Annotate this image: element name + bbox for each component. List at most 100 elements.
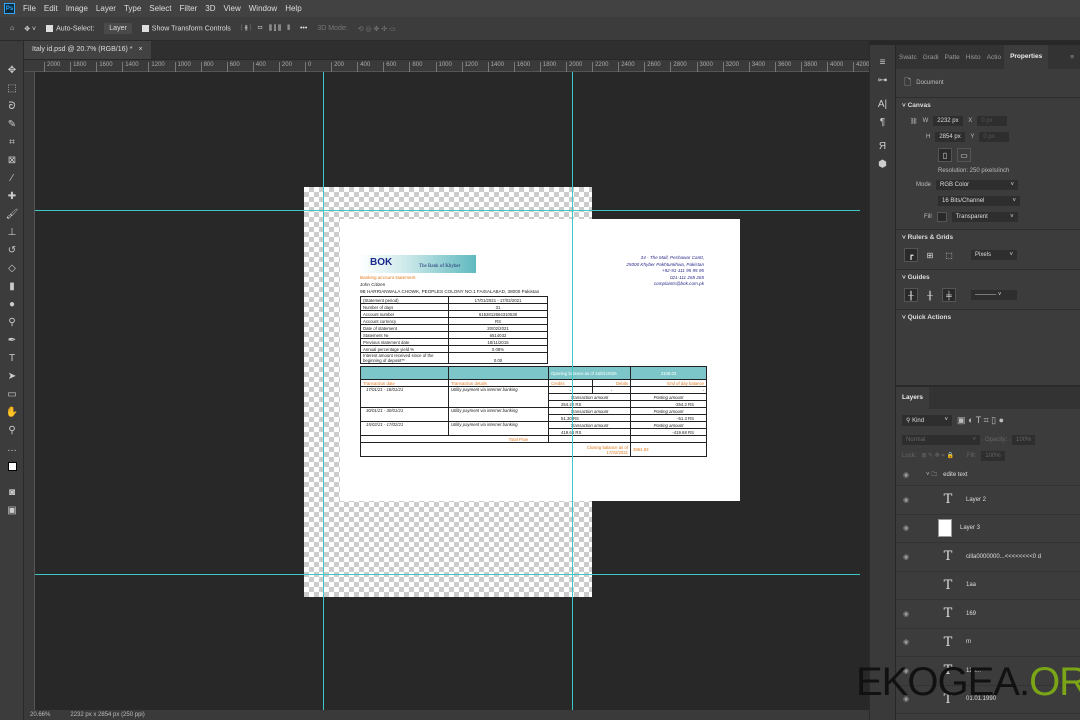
- opacity-field[interactable]: 100%: [1012, 435, 1036, 445]
- crop-tool-icon[interactable]: ⌗: [0, 133, 24, 151]
- document-tab[interactable]: Italy id.psd @ 20.7% (RGB/16) * ×: [24, 41, 151, 59]
- menu-window[interactable]: Window: [249, 4, 277, 13]
- move-tool-icon[interactable]: ✥: [0, 61, 24, 79]
- menu-file[interactable]: File: [23, 4, 36, 13]
- frame-tool-icon[interactable]: ⊠: [0, 151, 24, 169]
- home-icon[interactable]: ⌂: [10, 25, 14, 32]
- 3d-icon[interactable]: ⬢: [870, 155, 895, 173]
- blur-tool-icon[interactable]: ●: [0, 295, 24, 313]
- mode-select[interactable]: RGB Color ˅: [936, 180, 1019, 190]
- layer-item[interactable]: ◉ Tm: [896, 629, 1080, 657]
- guide-lock-icon[interactable]: ╫: [923, 288, 937, 302]
- x-field[interactable]: 0 px: [977, 116, 1008, 126]
- hand-tool-icon[interactable]: ✋: [0, 403, 24, 421]
- ruler-icon[interactable]: ┏: [904, 248, 918, 262]
- visibility-eye-icon[interactable]: ◉: [896, 524, 916, 532]
- libraries-icon[interactable]: ≡: [870, 53, 895, 71]
- layer-item[interactable]: T 1aa: [896, 572, 1080, 600]
- guides-section[interactable]: ˅ Guides: [896, 269, 1080, 285]
- paragraph-icon[interactable]: ¶: [870, 113, 895, 131]
- character-icon[interactable]: A|: [870, 95, 895, 113]
- marquee-tool-icon[interactable]: ⬚: [0, 79, 24, 97]
- history-brush-icon[interactable]: ↺: [0, 241, 24, 259]
- quick-actions-section[interactable]: ˅ Quick Actions: [896, 309, 1080, 325]
- tab-layers[interactable]: Layers: [896, 387, 929, 409]
- quick-select-icon[interactable]: ✎: [0, 115, 24, 133]
- menu-help[interactable]: Help: [285, 4, 301, 13]
- menu-image[interactable]: Image: [66, 4, 88, 13]
- tab-swatches[interactable]: Swatc: [896, 54, 920, 61]
- rectangle-tool-icon[interactable]: ▭: [0, 385, 24, 403]
- visibility-eye-icon[interactable]: ◉: [896, 471, 916, 479]
- 3d-tools-icons[interactable]: ⟲ ◎ ✥ ✣ ▭: [358, 25, 396, 33]
- guide-style-select[interactable]: ───── ˅: [971, 290, 1017, 300]
- zoom-tool-icon[interactable]: ⚲: [0, 421, 24, 439]
- quick-mask-icon[interactable]: ◙: [0, 483, 24, 501]
- portrait-icon[interactable]: ▯: [938, 148, 952, 162]
- menu-type[interactable]: Type: [124, 4, 141, 13]
- landscape-icon[interactable]: ▭: [957, 148, 971, 162]
- height-field[interactable]: 2854 px: [935, 132, 966, 142]
- width-field[interactable]: 2232 px: [933, 116, 964, 126]
- rulers-section[interactable]: ˅ Rulers & Grids: [896, 229, 1080, 245]
- visibility-eye-icon[interactable]: ◉: [896, 638, 916, 646]
- bit-depth-select[interactable]: 16 Bits/Channel ˅: [938, 196, 1020, 206]
- more-tools-icon[interactable]: …: [0, 439, 24, 457]
- layer-item[interactable]: ◉ T Layer 2: [896, 486, 1080, 515]
- close-tab-icon[interactable]: ×: [138, 46, 142, 54]
- menu-view[interactable]: View: [224, 4, 241, 13]
- canvas-section[interactable]: ˅ Canvas: [896, 97, 1080, 113]
- menu-edit[interactable]: Edit: [44, 4, 58, 13]
- smart-guide-icon[interactable]: ╪: [942, 288, 956, 302]
- stamp-tool-icon[interactable]: ⊥: [0, 223, 24, 241]
- lasso-tool-icon[interactable]: ᘐ: [0, 97, 24, 115]
- gradient-tool-icon[interactable]: ▮: [0, 277, 24, 295]
- pixel-grid-icon[interactable]: ⬚: [942, 248, 956, 262]
- visibility-eye-icon[interactable]: ◉: [896, 496, 916, 504]
- zoom-level[interactable]: 20.66%: [30, 712, 50, 718]
- brush-tool-icon[interactable]: 🖌: [0, 205, 24, 223]
- tab-properties[interactable]: Properties: [1004, 45, 1049, 69]
- y-field[interactable]: 0 px: [979, 132, 1010, 142]
- align-icons[interactable]: ⫶ ⫵ ⫶ ▭ ⫼ ⫿ ⫼ ‖: [241, 25, 290, 33]
- layer-item[interactable]: ◉ T 169: [896, 600, 1080, 629]
- menu-3d[interactable]: 3D: [205, 4, 215, 13]
- path-select-icon[interactable]: ➤: [0, 367, 24, 385]
- fill-select[interactable]: Transparent ˅: [951, 212, 1018, 222]
- eyedropper-icon[interactable]: ⁄: [0, 169, 24, 187]
- more-options-button[interactable]: •••: [300, 25, 307, 32]
- tab-actions[interactable]: Actio: [984, 54, 1004, 61]
- show-transform-checkbox[interactable]: Show Transform Controls: [141, 24, 231, 32]
- lock-icons[interactable]: ⊠ ✎ ✥ ⌗ 🔒: [921, 452, 954, 460]
- dodge-tool-icon[interactable]: ⚲: [0, 313, 24, 331]
- tab-patterns[interactable]: Patte: [942, 54, 963, 61]
- menu-layer[interactable]: Layer: [96, 4, 116, 13]
- guide-vertical[interactable]: [323, 72, 324, 710]
- filter-icons[interactable]: ▣ ◐ T ⌗ ▯ ●: [957, 415, 1004, 426]
- kind-filter[interactable]: ⚲ Kind ˅: [902, 415, 952, 426]
- layer-item[interactable]: ◉ Layer 3: [896, 515, 1080, 543]
- guide-horizontal[interactable]: [35, 574, 860, 575]
- panel-menu-icon[interactable]: ≡: [1067, 54, 1080, 61]
- adjustments-icon[interactable]: ⊶: [870, 71, 895, 89]
- guide-horizontal[interactable]: [35, 210, 860, 211]
- visibility-eye-icon[interactable]: ◉: [896, 553, 916, 561]
- glyphs-icon[interactable]: Я: [870, 137, 895, 155]
- tab-histogram[interactable]: Histo: [963, 54, 984, 61]
- tab-gradients[interactable]: Gradi: [920, 54, 942, 61]
- layer-select-dropdown[interactable]: Layer: [104, 23, 132, 34]
- visibility-eye-icon[interactable]: ◉: [896, 610, 916, 618]
- blend-mode-select[interactable]: Normal ˅: [902, 435, 980, 445]
- layer-item[interactable]: ◉ ˅ 🗀 edite text: [896, 464, 1080, 486]
- guide-show-icon[interactable]: ╫: [904, 288, 918, 302]
- healing-brush-icon[interactable]: ✚: [0, 187, 24, 205]
- move-tool-icon[interactable]: ✥ ˅: [24, 25, 36, 33]
- link-icon[interactable]: ⛓: [910, 118, 918, 125]
- fill-swatch[interactable]: [936, 212, 947, 222]
- screen-mode-icon[interactable]: ▣: [0, 501, 24, 519]
- fill-field[interactable]: 100%: [981, 451, 1005, 461]
- type-tool-icon[interactable]: T: [0, 349, 24, 367]
- menu-filter[interactable]: Filter: [180, 4, 198, 13]
- color-swatches-icon[interactable]: [0, 457, 24, 475]
- eraser-icon[interactable]: ◇: [0, 259, 24, 277]
